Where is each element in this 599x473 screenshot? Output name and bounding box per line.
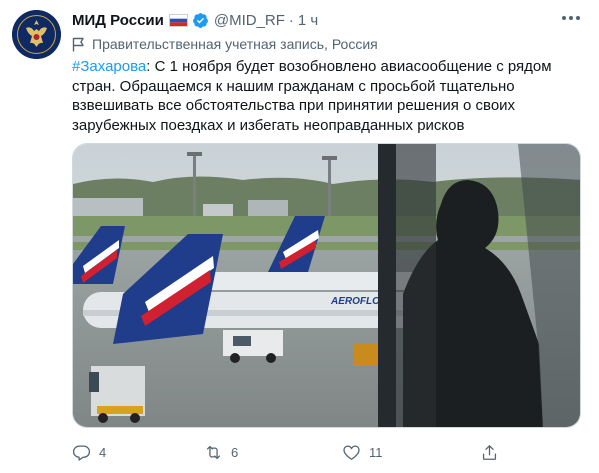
hashtag-link[interactable]: #Захарова	[72, 58, 146, 75]
share-button[interactable]	[480, 440, 507, 464]
reply-count: 4	[99, 444, 107, 460]
reply-button[interactable]: 4	[72, 440, 106, 464]
timestamp[interactable]: 1 ч	[298, 12, 318, 29]
user-handle[interactable]: @MID_RF	[214, 12, 285, 29]
heart-icon	[343, 445, 360, 460]
mfa-emblem-icon	[12, 10, 61, 59]
verified-badge-icon	[192, 12, 209, 29]
russia-flag-icon	[168, 13, 188, 27]
tweet-actions-bar: 4 6 11	[72, 440, 584, 464]
retweet-button[interactable]: 6	[204, 440, 238, 464]
government-label-text: Правительственная учетная запись, Россия	[92, 36, 378, 52]
separator-dot: ·	[288, 11, 294, 29]
more-dots-icon	[562, 16, 580, 20]
tweet-photo[interactable]: AEROFLOT	[72, 143, 581, 428]
display-name[interactable]: МИД России	[72, 12, 164, 29]
like-count: 11	[369, 444, 383, 460]
like-button[interactable]: 11	[342, 440, 383, 464]
flag-outline-icon	[72, 37, 84, 51]
share-icon	[482, 444, 497, 460]
retweet-icon	[206, 445, 221, 459]
avatar[interactable]	[12, 10, 61, 59]
tweet-card[interactable]: МИД России @MID_RF · 1 ч Правительственн…	[0, 0, 599, 473]
retweet-count: 6	[231, 444, 239, 460]
government-account-label[interactable]: Правительственная учетная запись, Россия	[72, 35, 378, 53]
airport-photo: AEROFLOT	[73, 144, 580, 427]
reply-icon	[72, 445, 91, 461]
tweet-header: МИД России @MID_RF · 1 ч	[72, 10, 318, 30]
more-options-button[interactable]	[556, 8, 586, 28]
tweet-text: #Захарова: С 1 ноября будет возобновлено…	[72, 57, 584, 135]
